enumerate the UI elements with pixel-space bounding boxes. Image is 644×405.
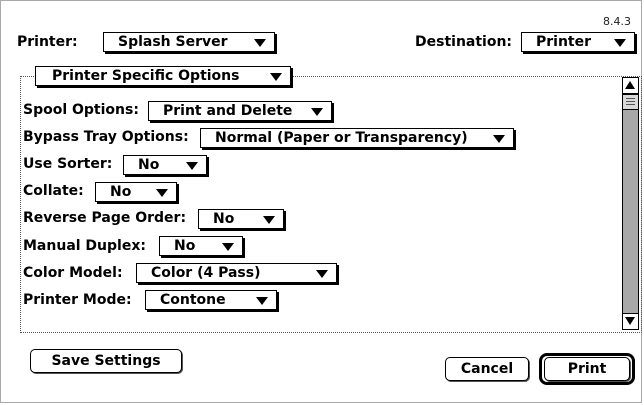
destination-popup[interactable]: Printer	[521, 32, 635, 52]
destination-label: Destination:	[415, 34, 513, 50]
panel-popup[interactable]: Printer Specific Options	[35, 66, 291, 86]
print-dialog: 8.4.3 Printer: Splash Server Destination…	[0, 0, 642, 403]
chevron-down-icon	[156, 189, 168, 197]
chevron-down-icon	[256, 297, 268, 305]
grip-line	[626, 98, 635, 99]
reverse-page-order-popup[interactable]: No	[198, 209, 284, 229]
collate-label: Collate:	[23, 183, 84, 199]
spool-options-popup[interactable]: Print and Delete	[148, 101, 332, 121]
reverse-page-order-label: Reverse Page Order:	[23, 210, 187, 226]
manual-duplex-popup[interactable]: No	[159, 236, 243, 256]
save-settings-button[interactable]: Save Settings	[30, 349, 182, 373]
bypass-tray-popup[interactable]: Normal (Paper or Transparency)	[200, 128, 514, 148]
scroll-up-button[interactable]	[623, 78, 638, 94]
print-button[interactable]: Print	[544, 357, 630, 381]
options-scrollbar[interactable]	[622, 77, 639, 330]
chevron-down-icon	[270, 73, 282, 81]
color-model-value: Color (4 Pass)	[151, 265, 261, 281]
chevron-down-icon	[186, 162, 198, 170]
manual-duplex-label: Manual Duplex:	[23, 238, 146, 254]
printer-label: Printer:	[17, 34, 78, 50]
printer-mode-label: Printer Mode:	[23, 292, 132, 308]
arrow-up-icon	[625, 81, 635, 89]
printer-popup-value: Splash Server	[118, 34, 228, 50]
chevron-down-icon	[614, 39, 626, 47]
scroll-track[interactable]	[623, 94, 638, 313]
grip-line	[626, 104, 635, 105]
color-model-popup[interactable]: Color (4 Pass)	[136, 263, 337, 283]
chevron-down-icon	[316, 270, 328, 278]
arrow-down-icon	[625, 317, 635, 325]
cancel-button[interactable]: Cancel	[445, 357, 529, 381]
reverse-page-order-value: No	[213, 211, 235, 227]
scroll-thumb[interactable]	[623, 94, 638, 110]
grip-line	[626, 101, 635, 102]
collate-popup[interactable]: No	[95, 182, 177, 202]
spool-options-label: Spool Options:	[23, 102, 139, 118]
bypass-tray-value: Normal (Paper or Transparency)	[215, 130, 468, 146]
printer-mode-popup[interactable]: Contone	[145, 290, 277, 310]
use-sorter-value: No	[138, 157, 160, 173]
use-sorter-label: Use Sorter:	[23, 156, 113, 172]
collate-value: No	[110, 184, 132, 200]
bypass-tray-label: Bypass Tray Options:	[23, 129, 189, 145]
use-sorter-popup[interactable]: No	[123, 155, 207, 175]
version-label: 8.4.3	[603, 15, 631, 28]
chevron-down-icon	[493, 135, 505, 143]
color-model-label: Color Model:	[23, 265, 123, 281]
panel-popup-value: Printer Specific Options	[52, 68, 240, 84]
printer-popup[interactable]: Splash Server	[103, 32, 275, 52]
manual-duplex-value: No	[174, 238, 196, 254]
chevron-down-icon	[263, 216, 275, 224]
chevron-down-icon	[254, 39, 266, 47]
printer-mode-value: Contone	[160, 292, 226, 308]
destination-popup-value: Printer	[536, 34, 592, 50]
chevron-down-icon	[311, 108, 323, 116]
spool-options-value: Print and Delete	[163, 103, 293, 119]
chevron-down-icon	[222, 243, 234, 251]
scroll-down-button[interactable]	[623, 313, 638, 329]
